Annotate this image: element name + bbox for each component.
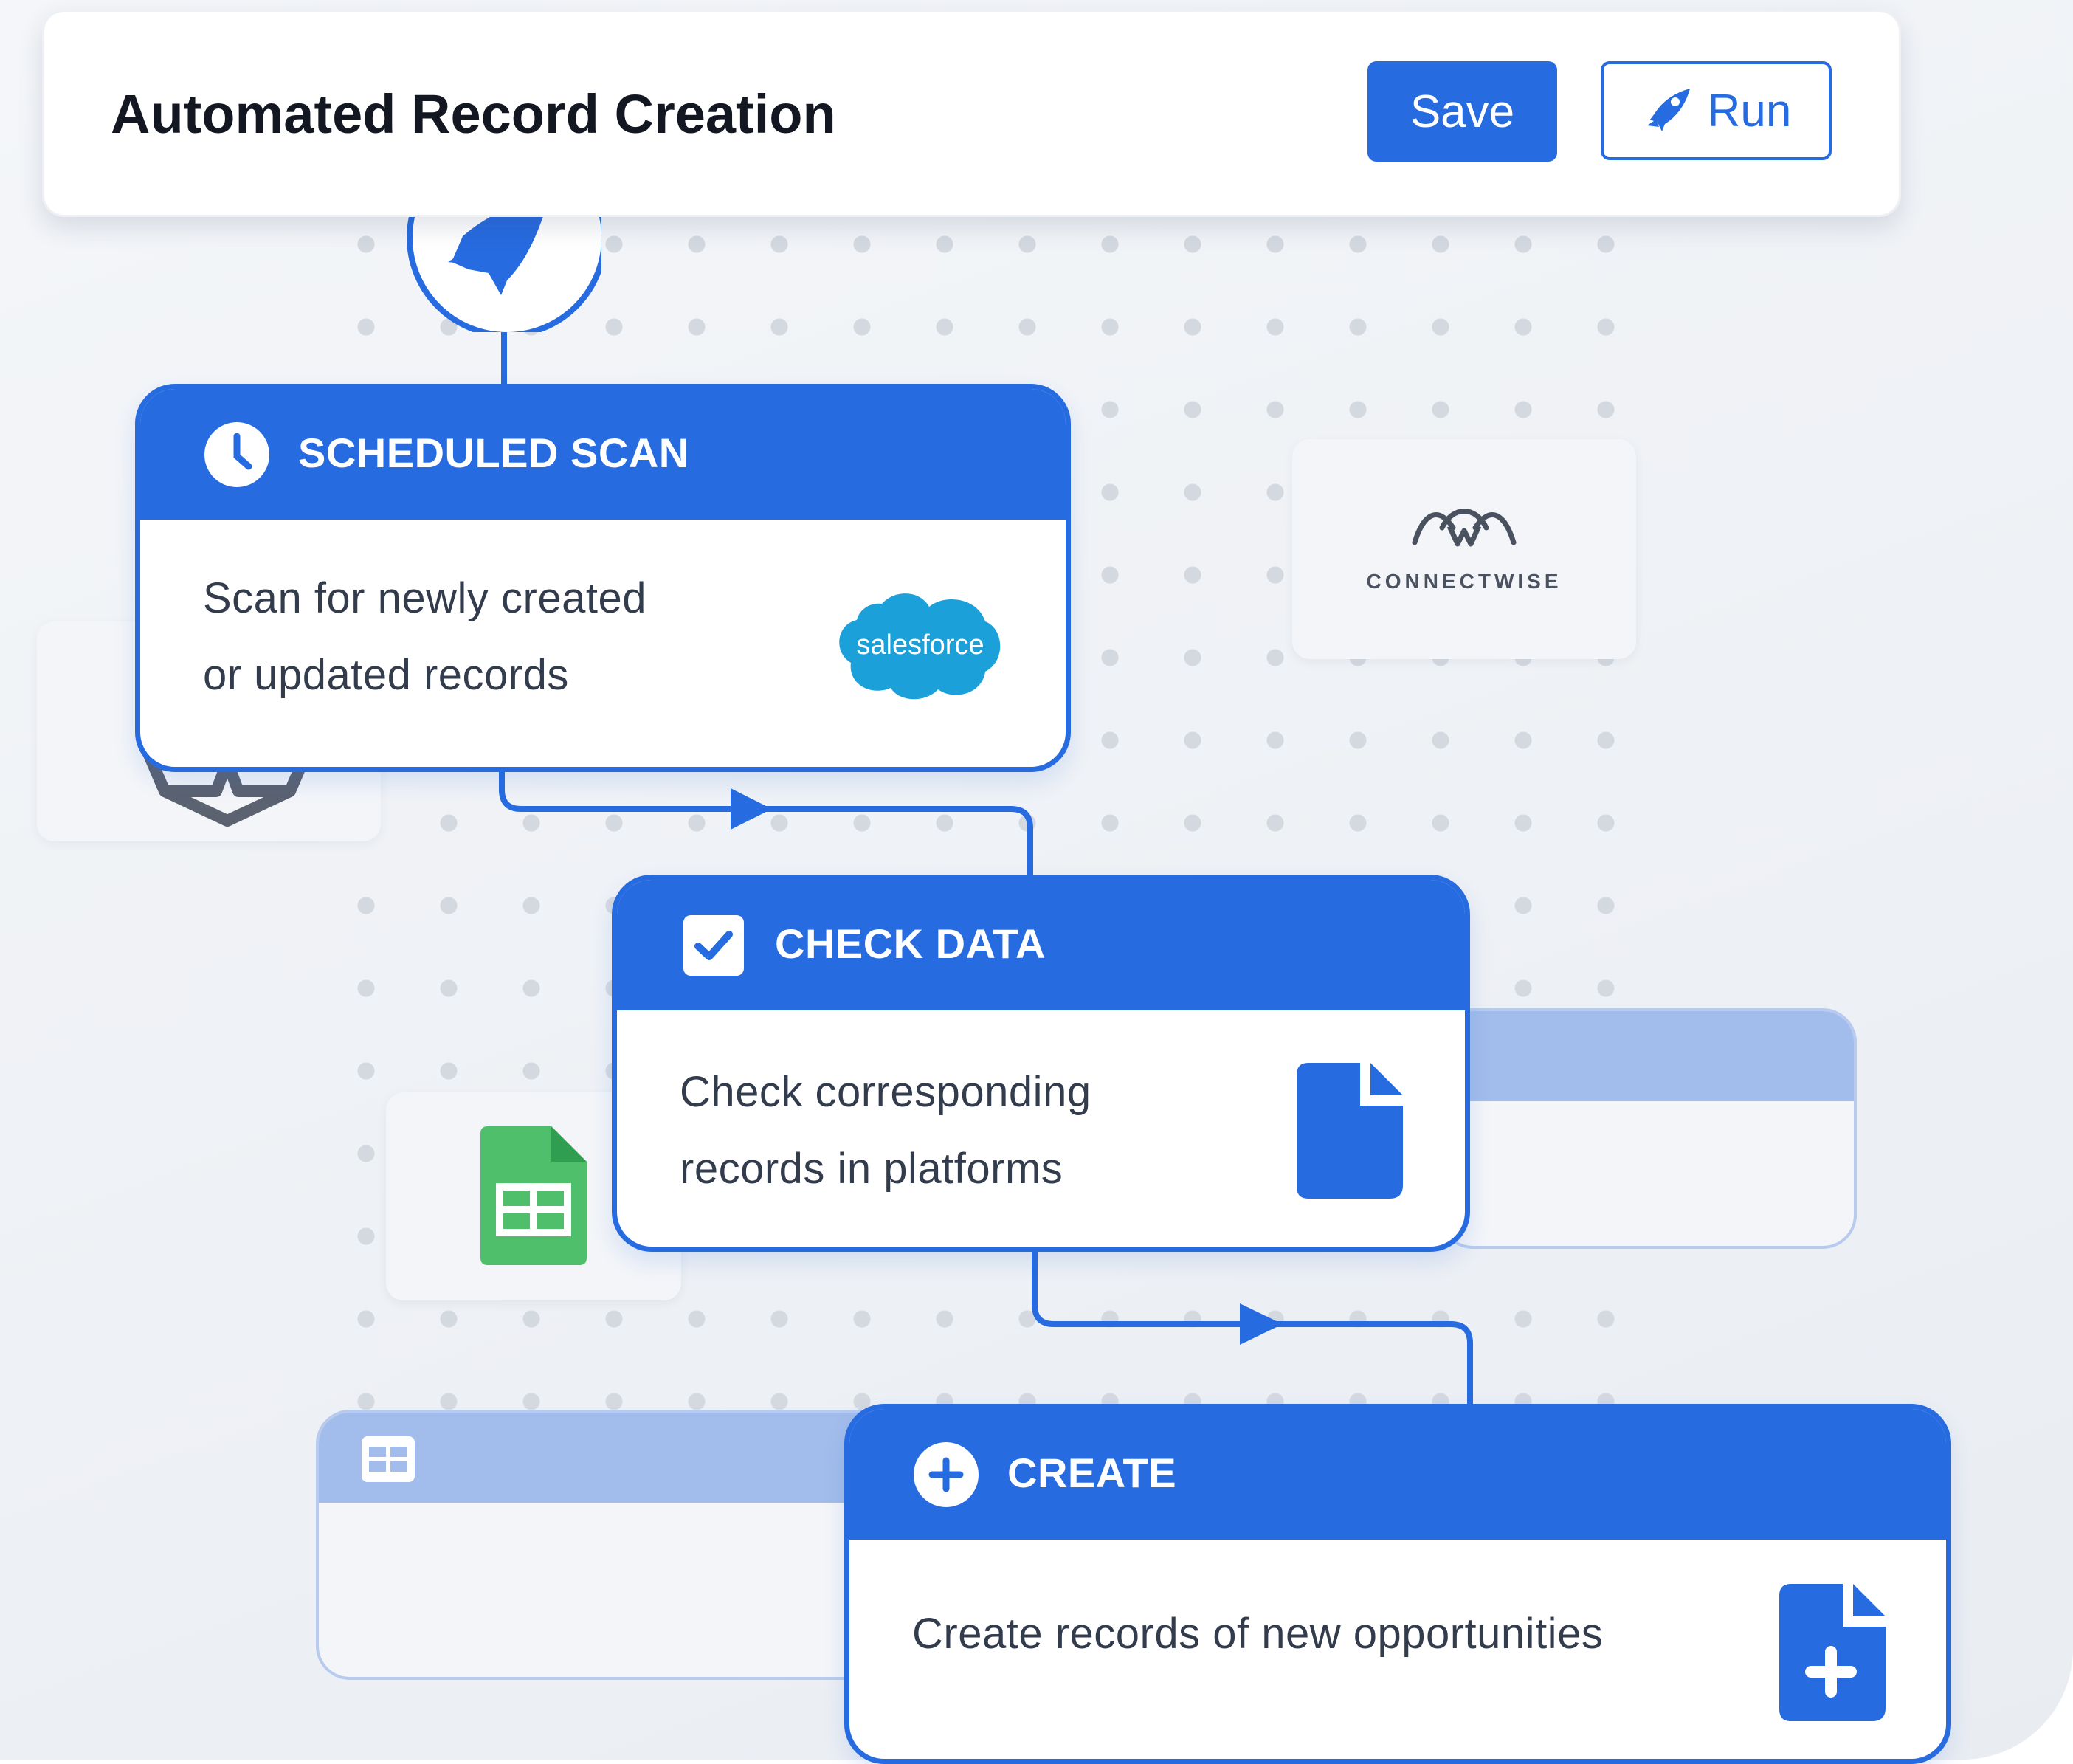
connectwise-card[interactable]: CONNECTWISE — [1292, 439, 1636, 659]
connectwise-logo-icon — [1412, 509, 1517, 547]
step-card-create[interactable]: CREATE Create records of new opportuniti… — [844, 1404, 1951, 1764]
step-description: Check corresponding records in platforms — [680, 1054, 1091, 1207]
document-plus-icon — [1779, 1584, 1886, 1721]
google-sheets-icon — [480, 1126, 587, 1265]
step-header: SCHEDULED SCAN — [140, 389, 1066, 520]
connectwise-label: CONNECTWISE — [1366, 570, 1562, 593]
workflow-title: Automated Record Creation — [111, 83, 836, 145]
run-button[interactable]: Run — [1601, 61, 1832, 160]
step-description-line: records in platforms — [680, 1145, 1063, 1193]
plus-circle-icon — [914, 1442, 979, 1507]
step-title: SCHEDULED SCAN — [298, 430, 689, 476]
step-description-line: Scan for newly created — [203, 574, 646, 622]
ghost-step-card — [316, 1410, 906, 1680]
document-icon — [1297, 1063, 1403, 1199]
step-header: CREATE — [849, 1409, 1946, 1540]
step-card-check-data[interactable]: CHECK DATA Check corresponding records i… — [612, 875, 1470, 1252]
checkbox-icon — [683, 915, 744, 976]
rocket-icon — [1646, 89, 1690, 131]
clock-icon — [204, 422, 269, 487]
step-description-line: Create records of new opportunities — [912, 1610, 1604, 1658]
salesforce-logo-icon: salesforce — [839, 593, 1001, 700]
step-header: CHECK DATA — [617, 880, 1465, 1010]
workflow-toolbar: Automated Record Creation Save Run — [42, 10, 1901, 217]
table-icon — [362, 1436, 415, 1482]
step-title: CHECK DATA — [775, 920, 1046, 967]
step-description-line: or updated records — [203, 651, 569, 699]
step-description-line: Check corresponding — [680, 1068, 1091, 1116]
step-description: Create records of new opportunities — [912, 1596, 1603, 1672]
save-button[interactable]: Save — [1367, 61, 1557, 162]
step-title: CREATE — [1007, 1450, 1177, 1496]
ghost-step-header — [1442, 1011, 1854, 1101]
ghost-step-card — [1439, 1008, 1857, 1249]
step-card-scheduled-scan[interactable]: SCHEDULED SCAN Scan for newly created or… — [135, 384, 1071, 772]
step-description: Scan for newly created or updated record… — [203, 560, 646, 714]
run-button-label: Run — [1707, 85, 1792, 137]
salesforce-logo-text: salesforce — [856, 630, 984, 661]
